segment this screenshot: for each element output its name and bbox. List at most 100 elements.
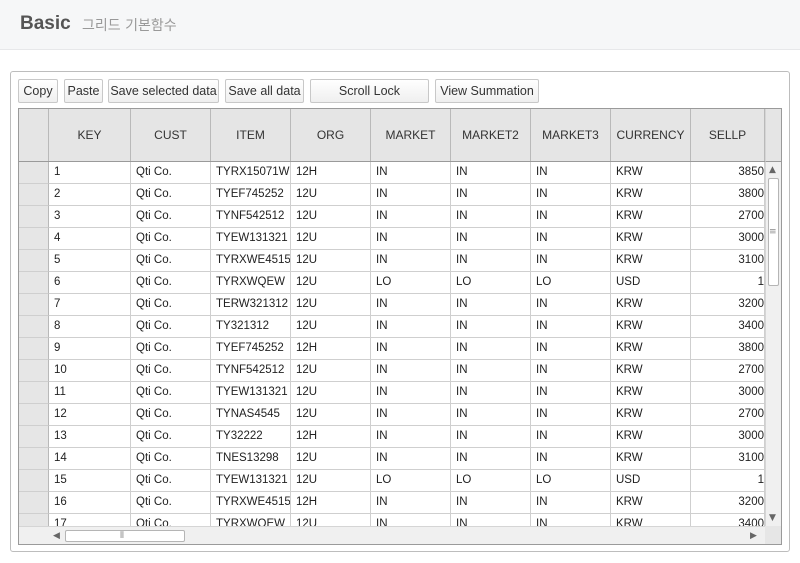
- cell-market2[interactable]: IN: [451, 162, 531, 184]
- table-row[interactable]: 2 Qti Co. TYEF745252 12U IN IN IN KRW 3800: [19, 184, 765, 206]
- cell-cust[interactable]: Qti Co.: [131, 360, 211, 382]
- cell-market2[interactable]: LO: [451, 470, 531, 492]
- cell-sellp[interactable]: 3800: [691, 184, 765, 206]
- cell-key[interactable]: 8: [49, 316, 131, 338]
- cell-currency[interactable]: KRW: [611, 294, 691, 316]
- cell-key[interactable]: 10: [49, 360, 131, 382]
- down-arrow-icon[interactable]: ▼: [769, 513, 776, 523]
- cell-currency[interactable]: KRW: [611, 492, 691, 514]
- cell-market2[interactable]: IN: [451, 360, 531, 382]
- cell-market[interactable]: IN: [371, 316, 451, 338]
- cell-sellp[interactable]: 3200: [691, 294, 765, 316]
- cell-org[interactable]: 12H: [291, 338, 371, 360]
- cell-cust[interactable]: Qti Co.: [131, 448, 211, 470]
- cell-market2[interactable]: IN: [451, 206, 531, 228]
- cell-sellp[interactable]: 2700: [691, 360, 765, 382]
- cell-org[interactable]: 12U: [291, 470, 371, 492]
- cell-item[interactable]: TERW321312: [211, 294, 291, 316]
- cell-org[interactable]: 12U: [291, 272, 371, 294]
- right-arrow-icon[interactable]: ▶: [750, 531, 757, 541]
- cell-cust[interactable]: Qti Co.: [131, 338, 211, 360]
- cell-currency[interactable]: KRW: [611, 404, 691, 426]
- cell-currency[interactable]: KRW: [611, 206, 691, 228]
- row-indicator[interactable]: [19, 228, 49, 250]
- cell-sellp[interactable]: 3850: [691, 162, 765, 184]
- cell-market[interactable]: IN: [371, 492, 451, 514]
- cell-sellp[interactable]: 3000: [691, 228, 765, 250]
- row-indicator[interactable]: [19, 184, 49, 206]
- cell-currency[interactable]: KRW: [611, 162, 691, 184]
- cell-market2[interactable]: IN: [451, 426, 531, 448]
- cell-sellp[interactable]: 3400: [691, 514, 765, 526]
- cell-sellp[interactable]: 1: [691, 272, 765, 294]
- cell-item[interactable]: TY321312: [211, 316, 291, 338]
- cell-org[interactable]: 12U: [291, 360, 371, 382]
- row-indicator[interactable]: [19, 514, 49, 526]
- cell-market2[interactable]: LO: [451, 272, 531, 294]
- cell-cust[interactable]: Qti Co.: [131, 184, 211, 206]
- cell-sellp[interactable]: 3100: [691, 448, 765, 470]
- cell-market2[interactable]: IN: [451, 184, 531, 206]
- save-selected-data-button[interactable]: Save selected data: [108, 79, 219, 103]
- cell-market3[interactable]: IN: [531, 228, 611, 250]
- cell-org[interactable]: 12U: [291, 184, 371, 206]
- cell-market[interactable]: IN: [371, 184, 451, 206]
- cell-market3[interactable]: IN: [531, 360, 611, 382]
- row-indicator[interactable]: [19, 272, 49, 294]
- table-row[interactable]: 9 Qti Co. TYEF745252 12H IN IN IN KRW 3800: [19, 338, 765, 360]
- row-indicator[interactable]: [19, 448, 49, 470]
- column-header-cust[interactable]: CUST: [131, 109, 211, 161]
- cell-market2[interactable]: IN: [451, 294, 531, 316]
- cell-market2[interactable]: IN: [451, 250, 531, 272]
- cell-market3[interactable]: LO: [531, 470, 611, 492]
- cell-market3[interactable]: IN: [531, 184, 611, 206]
- table-row[interactable]: 1 Qti Co. TYRX15071W 12H IN IN IN KRW 3850: [19, 162, 765, 184]
- cell-market[interactable]: IN: [371, 206, 451, 228]
- table-row[interactable]: 7 Qti Co. TERW321312 12U IN IN IN KRW 3200: [19, 294, 765, 316]
- table-row[interactable]: 16 Qti Co. TYRXWE4515 12H IN IN IN KRW 3200: [19, 492, 765, 514]
- cell-key[interactable]: 12: [49, 404, 131, 426]
- cell-currency[interactable]: KRW: [611, 316, 691, 338]
- cell-currency[interactable]: KRW: [611, 426, 691, 448]
- cell-cust[interactable]: Qti Co.: [131, 382, 211, 404]
- cell-org[interactable]: 12U: [291, 316, 371, 338]
- row-indicator[interactable]: [19, 250, 49, 272]
- cell-org[interactable]: 12U: [291, 206, 371, 228]
- cell-key[interactable]: 15: [49, 470, 131, 492]
- cell-market3[interactable]: LO: [531, 272, 611, 294]
- table-row[interactable]: 15 Qti Co. TYEW131321 12U LO LO LO USD 1: [19, 470, 765, 492]
- cell-item[interactable]: TYEW131321: [211, 382, 291, 404]
- table-row[interactable]: 11 Qti Co. TYEW131321 12U IN IN IN KRW 3000: [19, 382, 765, 404]
- table-row[interactable]: 12 Qti Co. TYNAS4545 12U IN IN IN KRW 2700: [19, 404, 765, 426]
- cell-item[interactable]: TYRXWQEW: [211, 514, 291, 526]
- cell-key[interactable]: 13: [49, 426, 131, 448]
- cell-market3[interactable]: IN: [531, 426, 611, 448]
- column-header-item[interactable]: ITEM: [211, 109, 291, 161]
- cell-market[interactable]: IN: [371, 382, 451, 404]
- horizontal-scroll-thumb[interactable]: ⦀: [65, 530, 185, 542]
- row-indicator[interactable]: [19, 470, 49, 492]
- cell-key[interactable]: 6: [49, 272, 131, 294]
- cell-item[interactable]: TYNAS4545: [211, 404, 291, 426]
- cell-market3[interactable]: IN: [531, 294, 611, 316]
- cell-org[interactable]: 12U: [291, 448, 371, 470]
- view-summation-button[interactable]: View Summation: [435, 79, 539, 103]
- table-row[interactable]: 5 Qti Co. TYRXWE4515 12U IN IN IN KRW 3100: [19, 250, 765, 272]
- cell-market2[interactable]: IN: [451, 338, 531, 360]
- cell-market[interactable]: IN: [371, 514, 451, 526]
- table-row[interactable]: 4 Qti Co. TYEW131321 12U IN IN IN KRW 3000: [19, 228, 765, 250]
- row-indicator[interactable]: [19, 338, 49, 360]
- cell-currency[interactable]: KRW: [611, 184, 691, 206]
- paste-button[interactable]: Paste: [64, 79, 103, 103]
- copy-button[interactable]: Copy: [18, 79, 58, 103]
- vertical-scroll-thumb[interactable]: ≡: [768, 178, 779, 286]
- scroll-lock-button[interactable]: Scroll Lock: [310, 79, 429, 103]
- cell-org[interactable]: 12U: [291, 404, 371, 426]
- cell-market3[interactable]: IN: [531, 492, 611, 514]
- horizontal-scrollbar[interactable]: ◀ ⦀ ▶: [19, 526, 765, 544]
- table-row[interactable]: 3 Qti Co. TYNF542512 12U IN IN IN KRW 2700: [19, 206, 765, 228]
- cell-market[interactable]: IN: [371, 162, 451, 184]
- cell-key[interactable]: 1: [49, 162, 131, 184]
- cell-currency[interactable]: KRW: [611, 250, 691, 272]
- cell-market3[interactable]: IN: [531, 448, 611, 470]
